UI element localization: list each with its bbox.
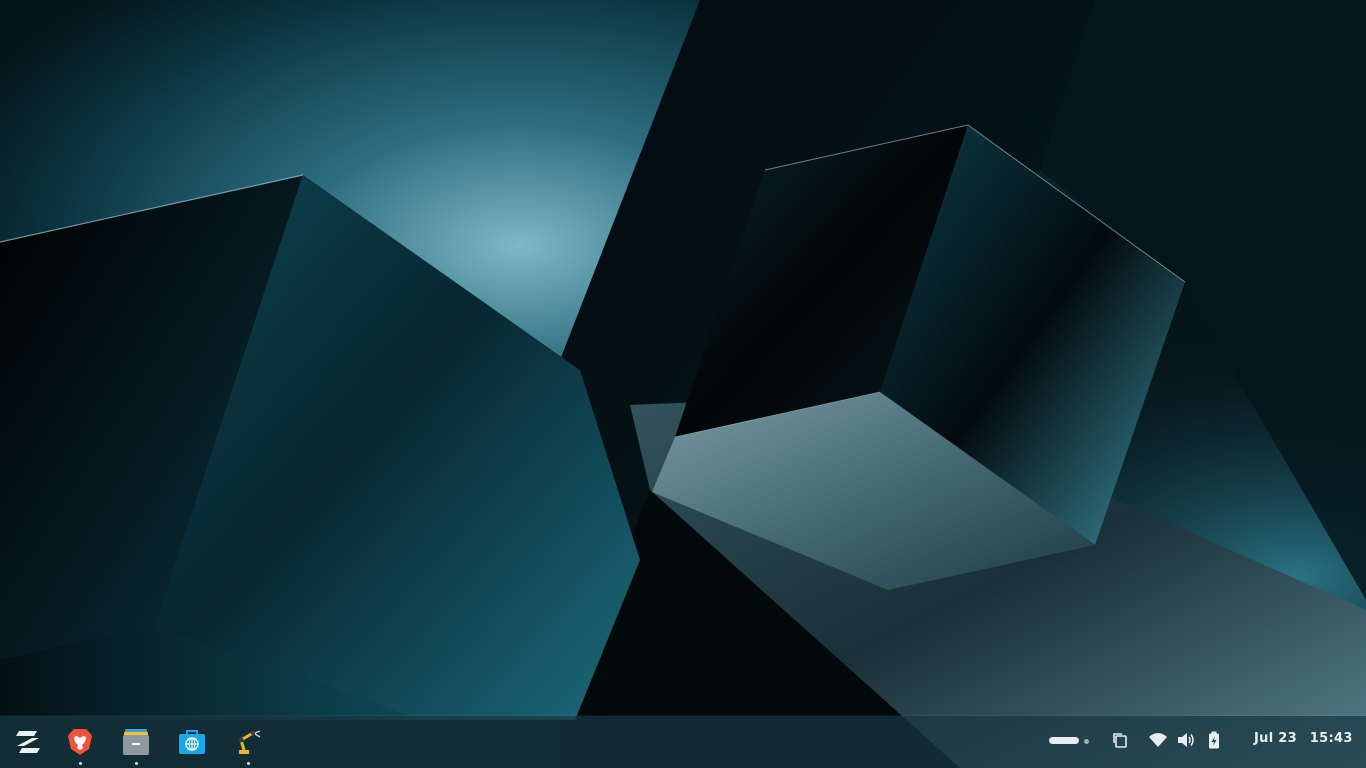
brave-browser-icon bbox=[68, 729, 92, 755]
wallpaper bbox=[0, 0, 1366, 768]
desktop: Jul 23 15:43 bbox=[0, 0, 1366, 768]
brave-browser-button[interactable] bbox=[60, 722, 100, 765]
clock[interactable]: Jul 23 15:43 bbox=[1244, 731, 1356, 749]
clock-time: 15:43 bbox=[1309, 731, 1353, 746]
file-manager-icon bbox=[123, 729, 149, 755]
software-store-button[interactable] bbox=[172, 722, 212, 762]
software-store-icon bbox=[179, 730, 205, 754]
workspace-indicator-icon[interactable] bbox=[1049, 737, 1091, 745]
clock-date: Jul 23 bbox=[1254, 731, 1297, 746]
running-indicator bbox=[134, 762, 138, 765]
zorin-menu-button[interactable] bbox=[8, 722, 48, 762]
running-indicator bbox=[246, 762, 250, 765]
robot-arm-icon bbox=[238, 730, 261, 754]
running-indicator bbox=[78, 762, 82, 765]
volume-icon[interactable] bbox=[1176, 731, 1196, 749]
zorin-logo-icon bbox=[16, 731, 40, 753]
file-manager-button[interactable] bbox=[116, 722, 156, 765]
wifi-icon[interactable] bbox=[1148, 731, 1168, 749]
window-overview-icon[interactable] bbox=[1111, 731, 1129, 749]
robot-arm-app-button[interactable] bbox=[228, 722, 268, 765]
inactive-workspace-dot bbox=[1084, 738, 1089, 744]
battery-charging-icon[interactable] bbox=[1207, 731, 1221, 749]
active-workspace-pill bbox=[1049, 737, 1079, 744]
